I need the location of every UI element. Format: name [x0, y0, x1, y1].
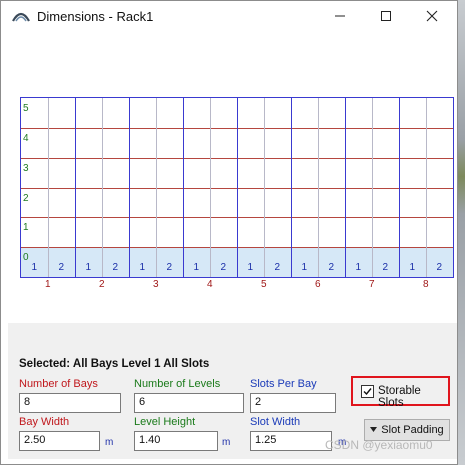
slot-label: 1 — [31, 262, 38, 273]
number-of-bays-label: Number of Bays — [19, 378, 98, 390]
slot-label: 2 — [166, 262, 173, 273]
storable-slots-highlight: Storable Slots — [351, 376, 450, 409]
bay-width-field[interactable]: 2.50 — [19, 431, 100, 451]
slot-label: 2 — [274, 262, 281, 273]
minimize-icon — [335, 15, 345, 17]
dropdown-triangle-icon — [370, 427, 378, 432]
slot-padding-label: Slot Padding — [381, 424, 444, 436]
maximize-icon — [381, 11, 391, 21]
slots-per-bay-label: Slots Per Bay — [250, 378, 317, 390]
bay-divider — [237, 98, 238, 277]
bay-width-unit: m — [105, 437, 114, 448]
bay-divider — [291, 98, 292, 277]
bay-label: 7 — [369, 279, 375, 290]
slot-divider — [156, 98, 157, 277]
minimize-button[interactable] — [317, 1, 363, 31]
slot-label: 2 — [328, 262, 335, 273]
level-label: 5 — [23, 103, 29, 114]
slot-label: 1 — [247, 262, 254, 273]
bay-divider — [129, 98, 130, 277]
maximize-button[interactable] — [363, 1, 409, 31]
slot-divider — [426, 98, 427, 277]
slot-label: 2 — [436, 262, 443, 273]
level-label: 2 — [23, 192, 29, 204]
bay-label: 2 — [99, 279, 105, 290]
bay-label: 8 — [423, 279, 429, 290]
bay-label: 6 — [315, 279, 321, 290]
slot-label: 2 — [112, 262, 119, 273]
close-icon — [426, 10, 438, 22]
level-height-field[interactable]: 1.40 — [134, 431, 218, 451]
selection-status: Selected: All Bays Level 1 All Slots — [19, 358, 210, 370]
slot-label: 2 — [382, 262, 389, 273]
slot-divider — [318, 98, 319, 277]
storable-slots-checkbox[interactable] — [361, 385, 374, 398]
rack-grid[interactable]: 0123451212121212121212 — [20, 97, 454, 278]
slot-label: 1 — [193, 262, 200, 273]
window-title: Dimensions - Rack1 — [37, 9, 154, 24]
slots-per-bay-field[interactable]: 2 — [250, 393, 336, 413]
level-height-label: Level Height — [134, 416, 196, 428]
slot-divider — [264, 98, 265, 277]
title-bar[interactable]: Dimensions - Rack1 — [1, 1, 457, 33]
rack-arc-icon — [12, 12, 30, 22]
slot-divider — [372, 98, 373, 277]
bay-label: 5 — [261, 279, 267, 290]
number-of-bays-field[interactable]: 8 — [19, 393, 121, 413]
close-button[interactable] — [409, 1, 455, 31]
bay-label: 1 — [45, 279, 51, 290]
check-icon — [363, 388, 372, 396]
slot-label: 1 — [139, 262, 146, 273]
storable-slots-label[interactable]: Storable Slots — [378, 385, 448, 409]
slot-label: 2 — [58, 262, 65, 273]
slot-width-field[interactable]: 1.25 — [250, 431, 332, 451]
slot-label: 1 — [85, 262, 92, 273]
slot-label: 1 — [301, 262, 308, 273]
level-label: 4 — [23, 132, 29, 144]
dimensions-window: Dimensions - Rack1 012345121212121212121… — [0, 0, 458, 465]
bay-label: 3 — [153, 279, 159, 290]
slot-divider — [48, 98, 49, 277]
level-label: 3 — [23, 162, 29, 174]
level-height-unit: m — [222, 437, 231, 448]
bay-width-label: Bay Width — [19, 416, 70, 428]
level-label: 1 — [23, 222, 29, 234]
bay-divider — [399, 98, 400, 277]
slot-label: 1 — [355, 262, 362, 273]
window-client: 0123451212121212121212 12345678 Selected… — [8, 33, 457, 459]
bay-divider — [75, 98, 76, 277]
bay-divider — [345, 98, 346, 277]
watermark: CSDN @yexiaomu0 — [325, 438, 433, 452]
slot-label: 1 — [409, 262, 416, 273]
number-of-levels-field[interactable]: 6 — [134, 393, 244, 413]
number-of-levels-label: Number of Levels — [134, 378, 221, 390]
slot-label: 2 — [220, 262, 227, 273]
bay-divider — [183, 98, 184, 277]
slot-width-label: Slot Width — [250, 416, 301, 428]
bay-label: 4 — [207, 279, 213, 290]
level-label: 0 — [23, 252, 29, 264]
slot-divider — [102, 98, 103, 277]
slot-divider — [210, 98, 211, 277]
rack-grid-area: 0123451212121212121212 12345678 — [8, 33, 457, 323]
